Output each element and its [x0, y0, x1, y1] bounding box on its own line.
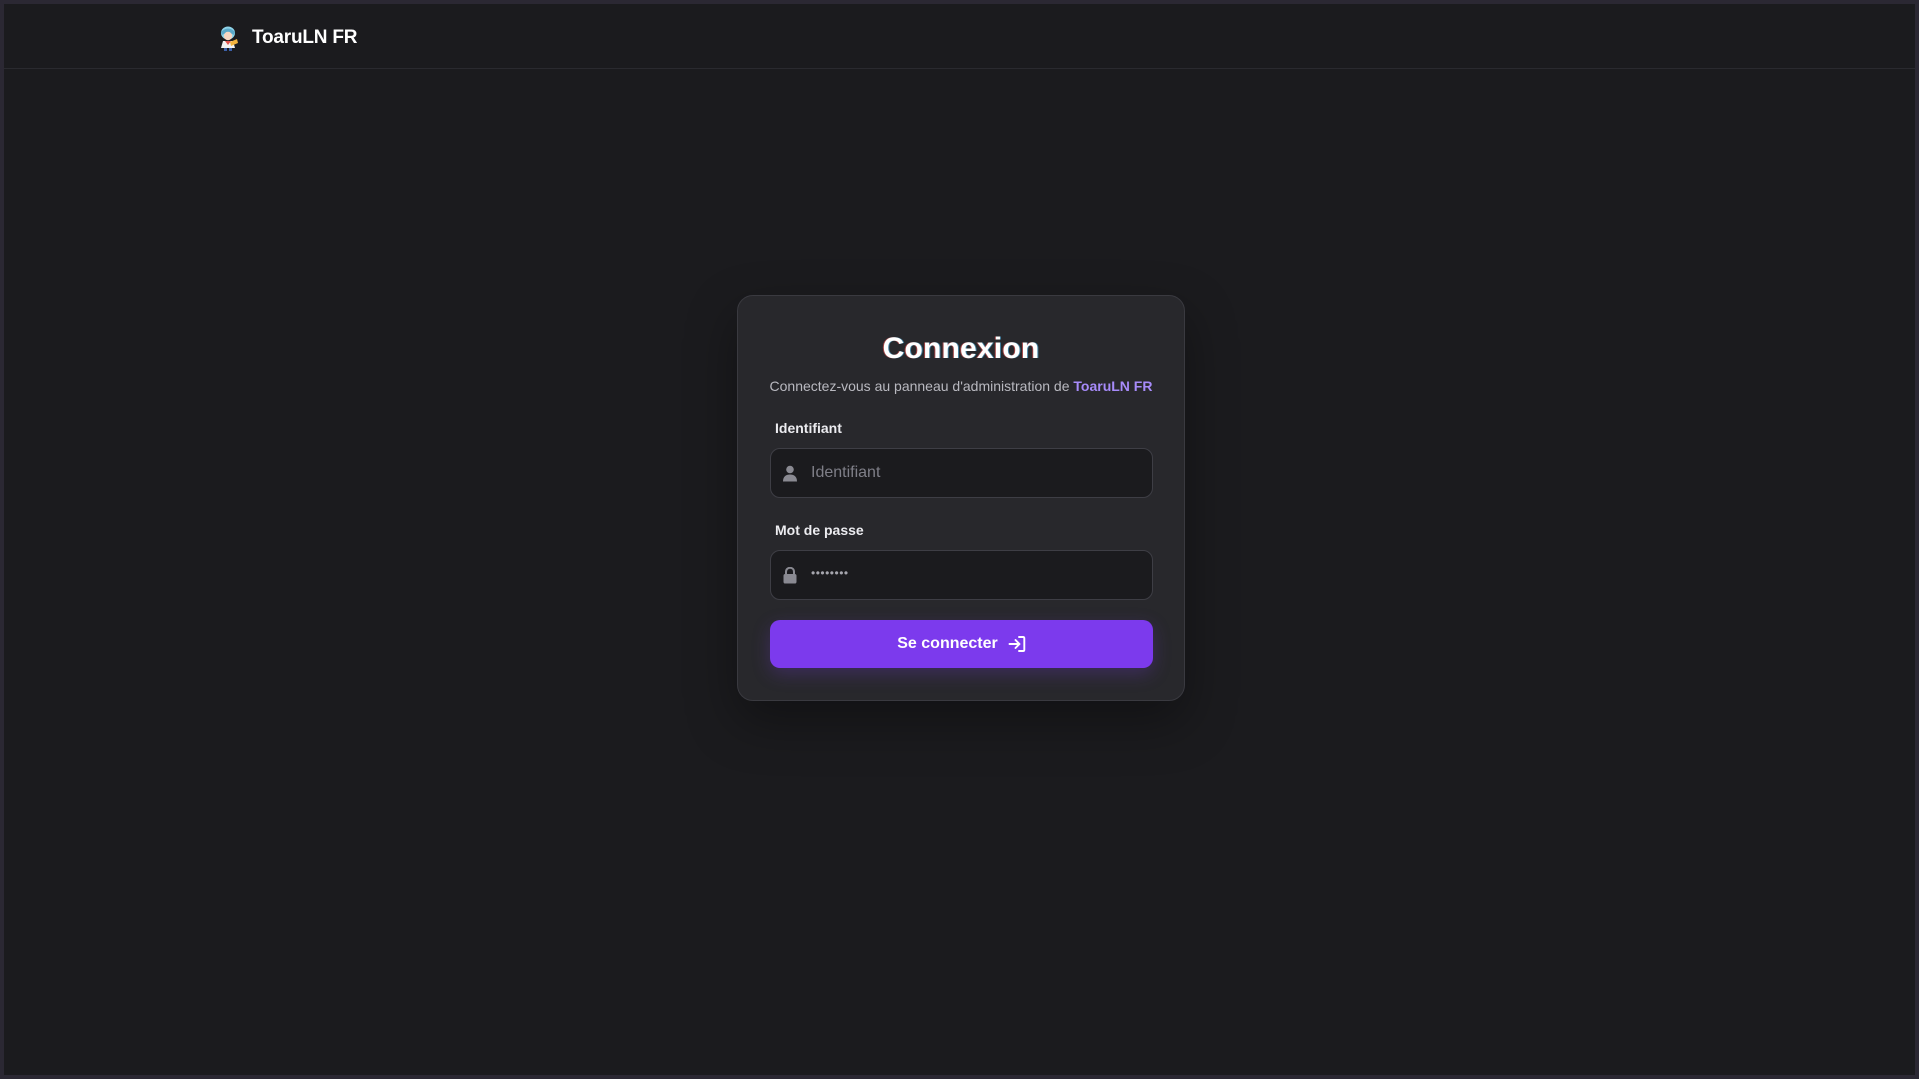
user-icon	[783, 465, 797, 482]
brand-link[interactable]: ToaruLN FR	[216, 24, 358, 52]
login-card: Connexion Connectez-vous au panneau d'ad…	[737, 295, 1185, 701]
password-input[interactable]: ••••••••	[811, 566, 849, 580]
login-submit-label: Se connecter	[897, 635, 998, 652]
brand-name: ToaruLN FR	[252, 27, 358, 48]
login-arrow-icon	[1008, 636, 1025, 652]
login-subtitle-text: Connectez-vous au panneau d'administrati…	[769, 378, 1074, 394]
login-subtitle-brand: ToaruLN FR	[1073, 378, 1153, 394]
password-label: Mot de passe	[775, 522, 864, 538]
login-title: Connexion	[882, 332, 1040, 365]
username-label: Identifiant	[775, 420, 842, 436]
login-submit-button[interactable]: Se connecter	[770, 620, 1153, 668]
password-field-wrapper[interactable]: ••••••••	[770, 550, 1153, 600]
app-window: ToaruLN FR Connexion Connectez-vous au p…	[4, 4, 1915, 1075]
top-navbar: ToaruLN FR	[4, 4, 1915, 69]
login-subtitle: Connectez-vous au panneau d'administrati…	[738, 378, 1184, 394]
brand-logo-icon	[221, 26, 238, 51]
username-field-wrapper[interactable]	[770, 448, 1153, 498]
username-input[interactable]	[811, 449, 1141, 497]
lock-icon	[783, 567, 797, 584]
